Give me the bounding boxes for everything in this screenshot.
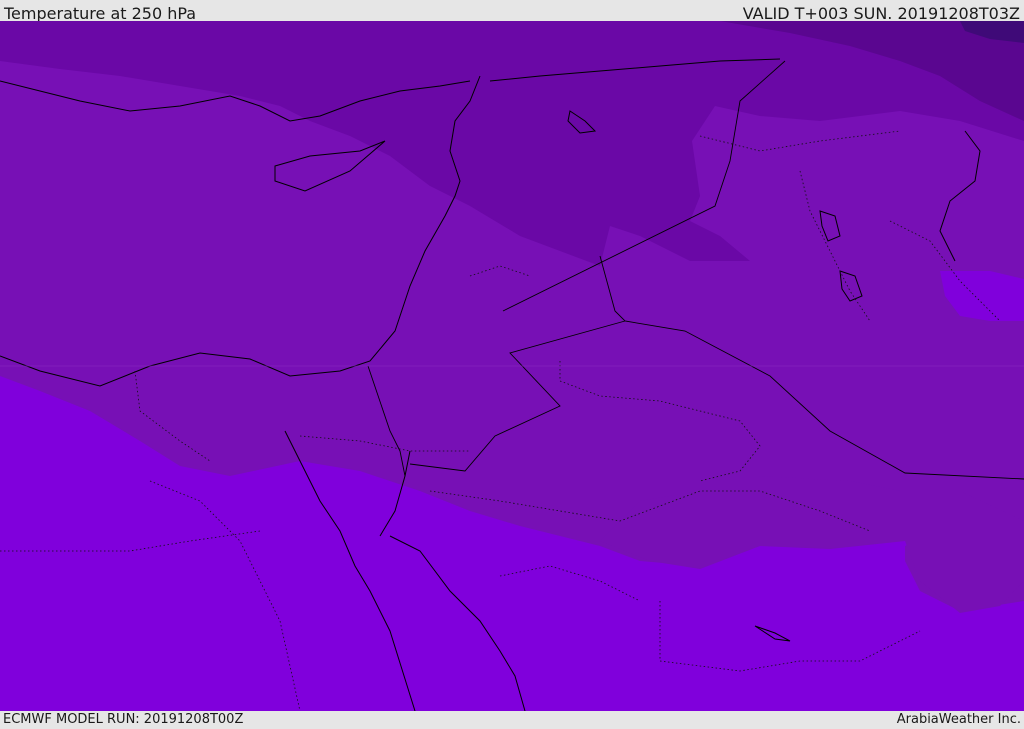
footer-bar: ECMWF MODEL RUN: 20191208T00Z ArabiaWeat… bbox=[0, 711, 1024, 729]
map-canvas bbox=[0, 21, 1024, 711]
header-bar: Temperature at 250 hPa VALID T+003 SUN. … bbox=[0, 0, 1024, 23]
credit-label: ArabiaWeather Inc. bbox=[896, 712, 1021, 727]
temperature-map bbox=[0, 21, 1024, 711]
model-run-label: ECMWF MODEL RUN: 20191208T00Z bbox=[3, 712, 244, 727]
